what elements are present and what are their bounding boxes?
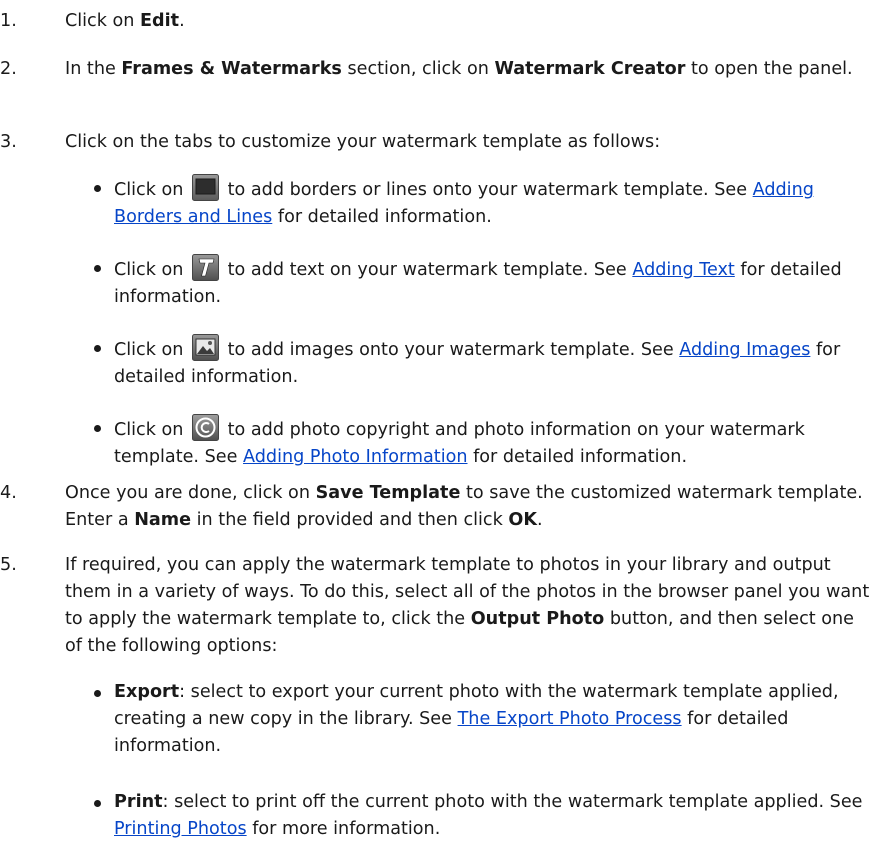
bullet-text-part: for detailed information. xyxy=(272,207,492,227)
bullet-text-part: to add images onto your watermark templa… xyxy=(222,340,680,360)
bullet-dot xyxy=(94,265,101,272)
step-text-part: Click on xyxy=(65,11,141,31)
step-text-part: in the field provided and then click xyxy=(191,510,509,530)
step-text-part: . xyxy=(179,11,185,31)
bullet-dot xyxy=(94,185,101,192)
adding-photo-information-link[interactable]: Adding Photo Information xyxy=(243,447,467,467)
step-text-part: . xyxy=(536,510,543,530)
bullet-dot xyxy=(94,690,101,697)
images-tab-icon[interactable] xyxy=(192,334,220,361)
edit-term: Edit xyxy=(140,11,180,31)
adding-images-link[interactable]: Adding Images xyxy=(679,340,810,360)
bullet-text: Click on to add photo copyright and phot… xyxy=(114,414,874,471)
bullet-text-part: : select to print off the current photo … xyxy=(162,792,863,812)
bullet-text: Click on to add text on your watermark t… xyxy=(114,254,874,311)
frames-watermarks-term: Frames & Watermarks xyxy=(121,59,342,79)
bullet-dot xyxy=(94,425,101,432)
bullet-text-part: for detailed information. xyxy=(467,447,688,467)
borders-tab-icon[interactable] xyxy=(192,174,220,201)
step-text: If required, you can apply the watermark… xyxy=(65,552,871,660)
step-number: 5. xyxy=(0,555,17,575)
step-number: 1. xyxy=(0,11,17,31)
bullet-text-part: Click on xyxy=(114,340,190,360)
adding-text-link[interactable]: Adding Text xyxy=(632,260,734,280)
step-text-part: to open the panel. xyxy=(685,59,853,79)
step-text-part: In the xyxy=(65,59,122,79)
export-term: Export xyxy=(114,682,180,702)
bullet-text: Click on to add images onto your waterma… xyxy=(114,334,874,391)
step-number: 4. xyxy=(0,483,17,503)
step-text-part: Once you are done, click on xyxy=(65,483,316,503)
bullet-text: Export: select to export your current ph… xyxy=(114,679,874,760)
export-photo-process-link[interactable]: The Export Photo Process xyxy=(458,709,682,729)
step-number: 2. xyxy=(0,59,17,79)
step-text: Once you are done, click on Save Templat… xyxy=(65,480,871,534)
bullet-dot xyxy=(94,345,101,352)
watermark-creator-term: Watermark Creator xyxy=(494,59,686,79)
printing-photos-link[interactable]: Printing Photos xyxy=(114,819,247,839)
bullet-text-part: Click on xyxy=(114,260,190,280)
name-term: Name xyxy=(134,510,192,530)
bullet-text-part: Click on xyxy=(114,180,190,200)
bullet-text-part: to add borders or lines onto your waterm… xyxy=(222,180,753,200)
output-photo-term: Output Photo xyxy=(470,609,605,629)
copyright-tab-icon[interactable] xyxy=(192,414,220,441)
step-text: Click on Edit. xyxy=(65,8,871,35)
ok-term: OK xyxy=(508,510,537,530)
print-term: Print xyxy=(114,792,163,812)
step-text-part: section, click on xyxy=(341,59,495,79)
step-text: In the Frames & Watermarks section, clic… xyxy=(65,56,871,83)
bullet-text-part: for more information. xyxy=(246,819,441,839)
bullet-text-part: to add text on your watermark template. … xyxy=(222,260,633,280)
bullet-text: Print: select to print off the current p… xyxy=(114,789,874,843)
bullet-dot xyxy=(94,800,101,807)
bullet-text-part: Click on xyxy=(114,420,190,440)
step-text: Click on the tabs to customize your wate… xyxy=(65,132,661,152)
text-tab-icon[interactable] xyxy=(192,254,220,281)
step-number: 3. xyxy=(0,132,17,152)
save-template-term: Save Template xyxy=(315,483,461,503)
bullet-text: Click on to add borders or lines onto yo… xyxy=(114,174,874,231)
